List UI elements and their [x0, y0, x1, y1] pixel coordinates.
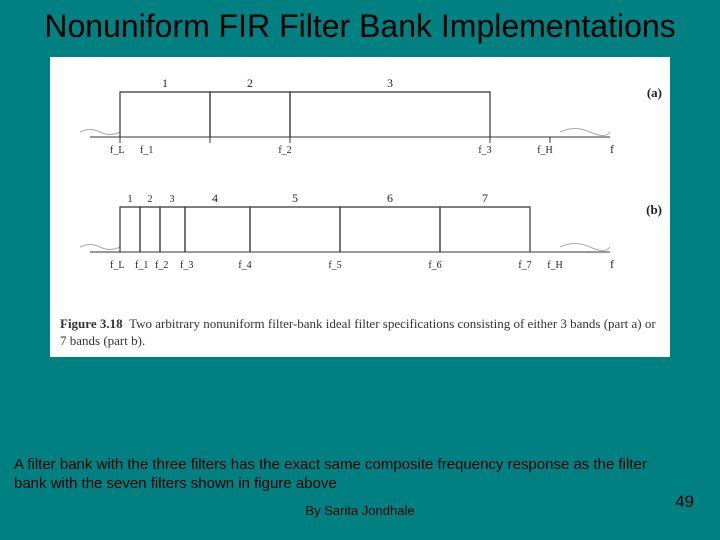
band-a-3: 3	[387, 76, 393, 90]
subplot-label-b: (b)	[646, 202, 662, 218]
svg-text:f_H: f_H	[547, 260, 563, 271]
page-number: 49	[675, 492, 694, 512]
svg-text:f_3: f_3	[478, 145, 491, 156]
svg-text:f_L: f_L	[110, 145, 124, 156]
band-a-1: 1	[162, 76, 168, 90]
svg-text:7: 7	[482, 191, 488, 205]
figure-number: Figure 3.18	[60, 316, 123, 331]
svg-text:f_4: f_4	[238, 260, 251, 271]
svg-text:f_3: f_3	[180, 260, 193, 271]
svg-text:f_2: f_2	[278, 145, 291, 156]
byline: By Sarita Jondhale	[0, 503, 720, 518]
figure-caption-text: Two arbitrary nonuniform filter-bank ide…	[60, 316, 656, 347]
svg-text:f_6: f_6	[428, 260, 441, 271]
svg-text:3: 3	[170, 194, 175, 205]
band-a-2: 2	[247, 76, 253, 90]
svg-text:2: 2	[148, 194, 153, 205]
svg-text:f_1: f_1	[135, 260, 148, 271]
svg-text:6: 6	[387, 191, 393, 205]
svg-text:f: f	[610, 142, 614, 156]
slide-note: A filter bank with the three filters has…	[14, 456, 660, 494]
filter-bank-diagram: 1 2 3 f_L f_1 f_2 f_3 f_H f	[50, 57, 670, 317]
figure-panel: (a) (b) 1 2 3 f_L f_1 f_2	[50, 57, 670, 357]
slide-title: Nonuniform FIR Filter Bank Implementatio…	[0, 0, 720, 49]
figure-caption: Figure 3.18 Two arbitrary nonuniform fil…	[60, 316, 660, 349]
svg-text:f_2: f_2	[155, 260, 168, 271]
svg-text:f_5: f_5	[328, 260, 341, 271]
svg-text:f_1: f_1	[140, 145, 153, 156]
svg-text:4: 4	[212, 191, 218, 205]
svg-text:f_H: f_H	[537, 145, 553, 156]
svg-text:1: 1	[128, 194, 133, 205]
svg-text:f_7: f_7	[518, 260, 531, 271]
subplot-label-a: (a)	[647, 85, 662, 101]
svg-text:5: 5	[292, 191, 298, 205]
svg-text:f: f	[610, 257, 614, 271]
svg-text:f_L: f_L	[110, 260, 124, 271]
